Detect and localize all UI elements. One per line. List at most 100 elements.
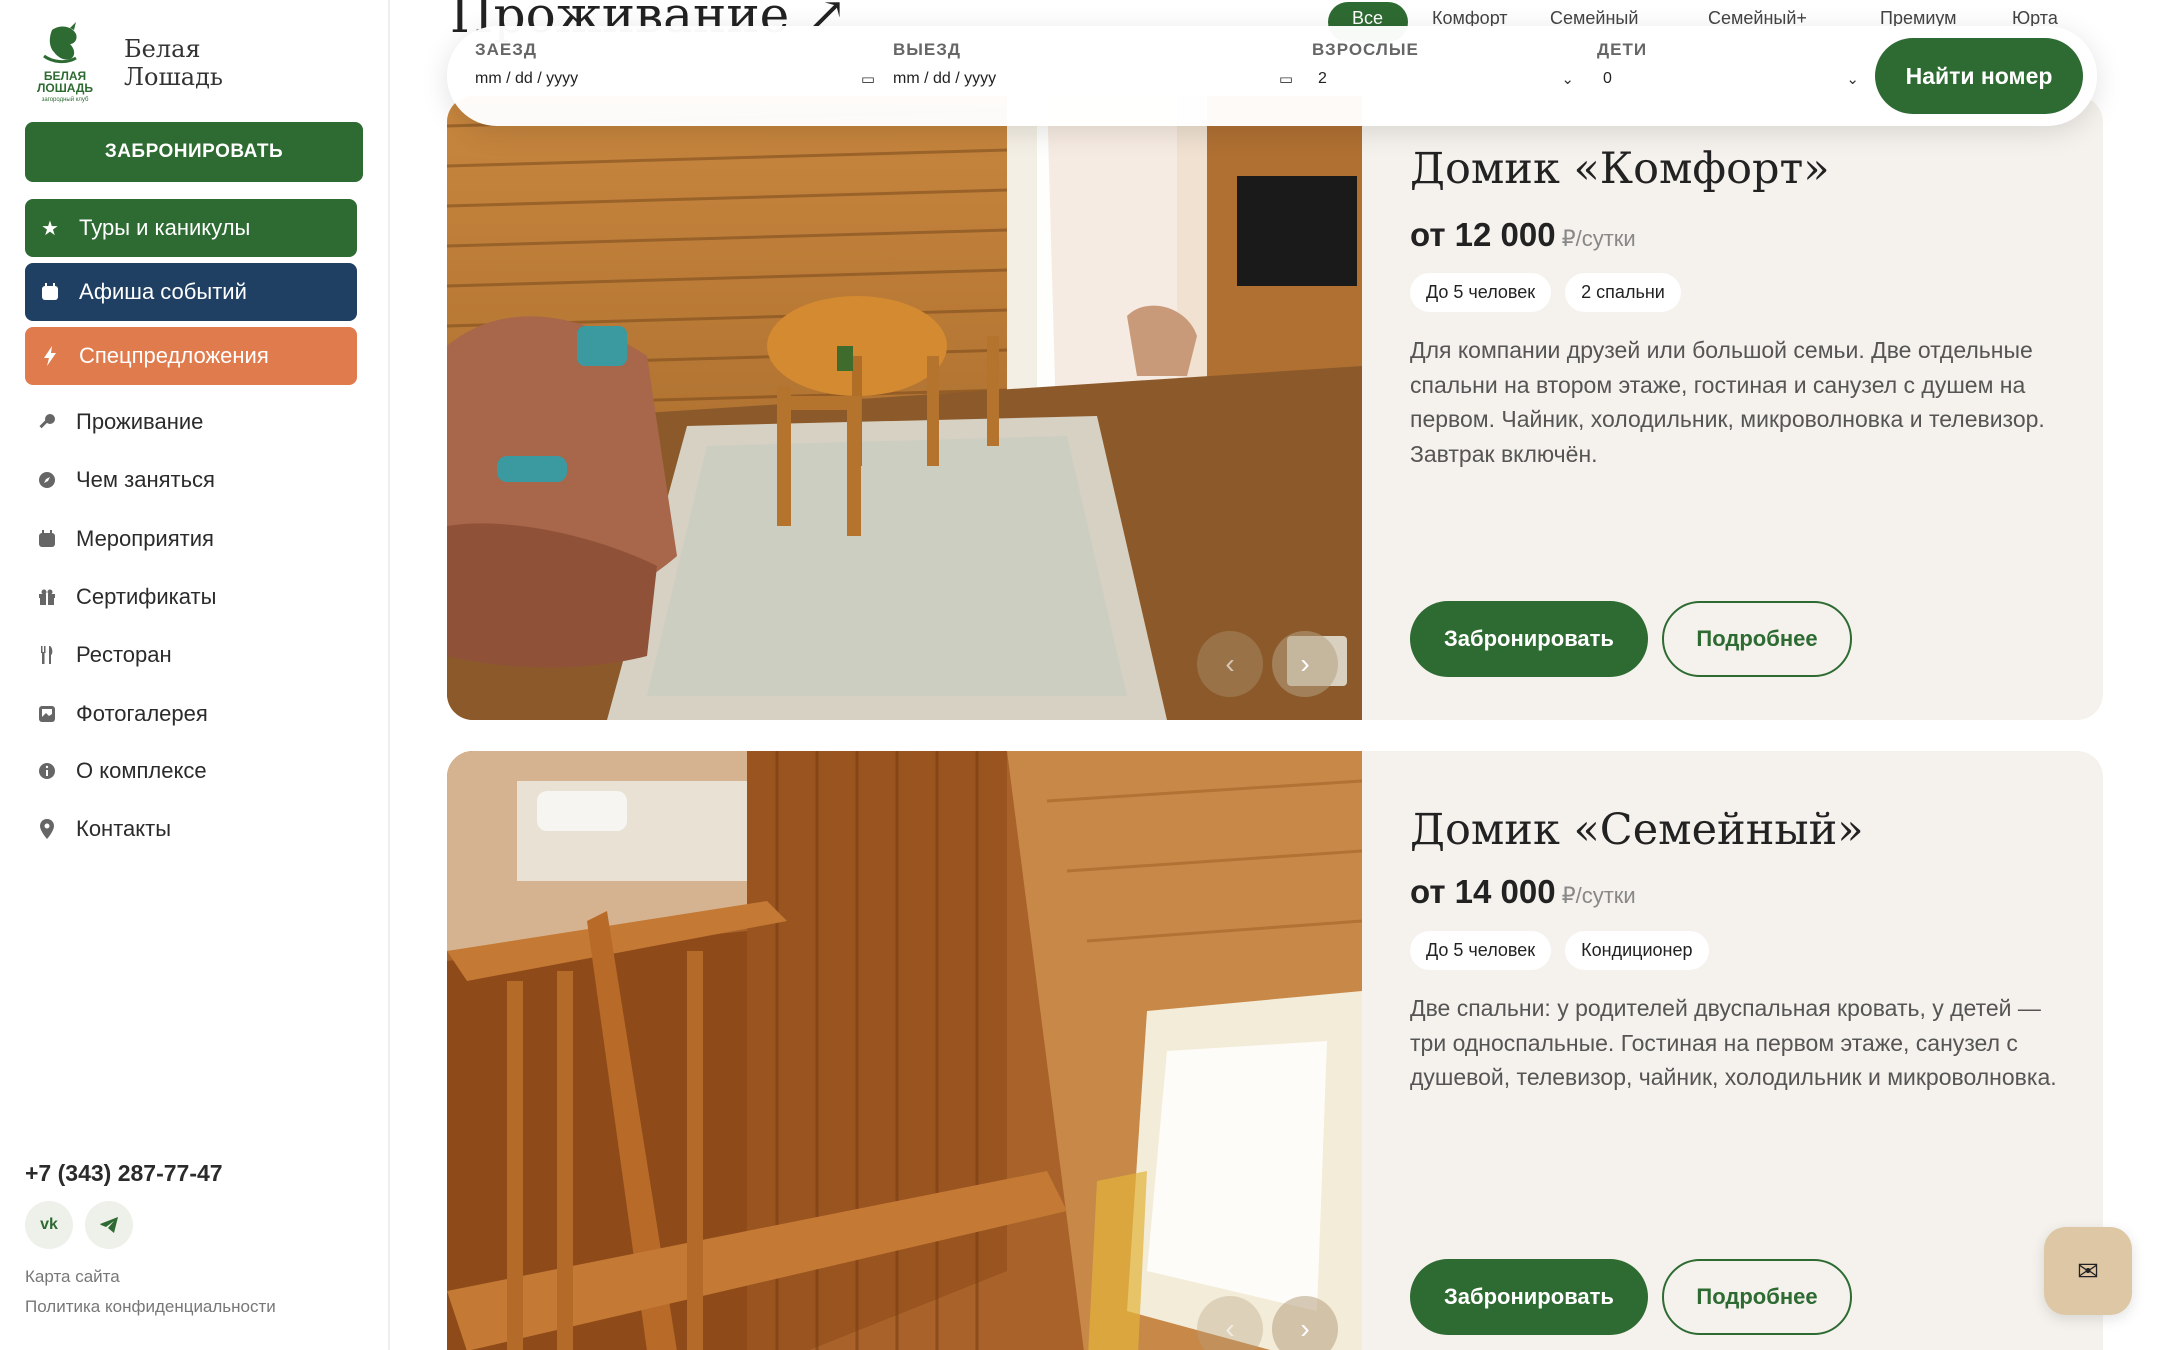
room-card-comfort: ‹ › Домик «Комфорт» от 12 000 ₽/сутки До … — [447, 96, 2103, 720]
chevron-down-icon: ⌄ — [1846, 71, 1859, 88]
room-actions: Забронировать Подробнее — [1410, 1259, 1852, 1335]
vk-icon[interactable]: vk — [25, 1201, 73, 1249]
sidebar-item-certificates[interactable]: Сертификаты — [36, 584, 216, 610]
sidebar-pill-offers[interactable]: Спецпредложения — [25, 327, 357, 385]
sidebar-item-label: Проживание — [76, 409, 204, 434]
room-price-unit: ₽/сутки — [1561, 883, 1636, 908]
kids-label: ДЕТИ — [1597, 40, 1648, 59]
sidebar-item-label: О комплексе — [76, 758, 207, 783]
sidebar-pill-label: Афиша событий — [79, 279, 247, 304]
find-room-button[interactable]: Найти номер — [1875, 38, 2083, 114]
checkin-input[interactable]: mm / dd / yyyy — [475, 70, 578, 88]
sidebar-item-label: Чем заняться — [76, 467, 215, 492]
pin-icon — [36, 818, 58, 840]
calendar-icon[interactable]: ▭ — [861, 70, 875, 88]
sidebar-item-gallery[interactable]: Фотогалерея — [36, 701, 208, 727]
checkin-field[interactable]: ЗАЕЗД mm / dd / yyyy ▭ — [475, 40, 875, 88]
fork-knife-icon — [36, 644, 58, 666]
sitemap-link[interactable]: Карта сайта — [25, 1267, 120, 1287]
logo[interactable]: БЕЛАЯ ЛОШАДЬ загородный клуб Белая Лошад… — [30, 22, 223, 104]
sidebar-item-contacts[interactable]: Контакты — [36, 816, 171, 842]
chat-button[interactable]: ✉ — [2044, 1227, 2132, 1315]
chevron-right-icon: › — [1300, 1313, 1310, 1344]
adults-label: ВЗРОСЛЫЕ — [1312, 40, 1419, 59]
kids-select[interactable]: ДЕТИ 0 ⌄ — [1597, 40, 1859, 88]
chevron-down-icon: ⌄ — [1561, 71, 1574, 88]
compass-icon — [36, 469, 58, 491]
sidebar-pill-events[interactable]: Афиша событий — [25, 263, 357, 321]
photo-next-button[interactable]: › — [1272, 631, 1338, 697]
room-tags: До 5 человек Кондиционер — [1410, 931, 1709, 970]
horse-logo-icon: БЕЛАЯ ЛОШАДЬ загородный клуб — [30, 22, 100, 104]
sidebar-item-about[interactable]: О комплексе — [36, 758, 207, 784]
room-details-button[interactable]: Подробнее — [1662, 1259, 1852, 1335]
checkout-input[interactable]: mm / dd / yyyy — [893, 70, 996, 88]
room-price-value: от 12 000 — [1410, 216, 1556, 253]
mail-icon: ✉ — [2077, 1255, 2099, 1286]
calendar-icon[interactable]: ▭ — [1279, 70, 1293, 88]
room-tag: До 5 человек — [1410, 273, 1552, 312]
book-room-button[interactable]: Забронировать — [1410, 601, 1648, 677]
checkin-label: ЗАЕЗД — [475, 40, 538, 59]
room-card-family: ‹ › Домик «Семейный» от 14 000 ₽/сутки До… — [447, 751, 2103, 1350]
sidebar-item-label: Ресторан — [76, 642, 172, 667]
checkout-field[interactable]: ВЫЕЗД mm / dd / yyyy ▭ — [893, 40, 1293, 88]
calendar-icon — [36, 528, 58, 550]
chevron-left-icon: ‹ — [1225, 648, 1235, 679]
key-icon — [36, 411, 58, 433]
room-price: от 12 000 ₽/сутки — [1410, 216, 1636, 254]
telegram-icon[interactable] — [85, 1201, 133, 1249]
room-tag: 2 спальни — [1565, 273, 1681, 312]
info-icon — [36, 760, 58, 782]
room-actions: Забронировать Подробнее — [1410, 601, 1852, 677]
adults-select[interactable]: ВЗРОСЛЫЕ 2 ⌄ — [1312, 40, 1574, 88]
checkout-label: ВЫЕЗД — [893, 40, 962, 59]
booking-search-bar: ЗАЕЗД mm / dd / yyyy ▭ ВЫЕЗД mm / dd / y… — [447, 26, 2097, 126]
svg-text:ЛОШАДЬ: ЛОШАДЬ — [37, 81, 93, 95]
sidebar-item-label: Сертификаты — [76, 584, 217, 609]
room-details-button[interactable]: Подробнее — [1662, 601, 1852, 677]
vk-label: vk — [40, 1216, 58, 1233]
main-content: Проживание ↗ Все Комфорт Семейный Семейн… — [392, 0, 2160, 1350]
brand-line-1: Белая — [124, 35, 201, 63]
svg-text:загородный клуб: загородный клуб — [42, 96, 89, 103]
sidebar-item-label: Контакты — [76, 816, 172, 841]
adults-value: 2 — [1318, 70, 1327, 87]
kids-value: 0 — [1603, 70, 1612, 87]
sidebar-item-events[interactable]: Мероприятия — [36, 526, 214, 552]
room-tags: До 5 человек 2 спальни — [1410, 273, 1681, 312]
room-photo-family[interactable]: ‹ › — [447, 751, 1362, 1350]
brand-line-2: Лошадь — [124, 63, 223, 91]
room-description: Две спальни: у родителей двуспальная кро… — [1410, 995, 2057, 1090]
room-tag: Кондиционер — [1565, 931, 1709, 970]
room-price-unit: ₽/сутки — [1561, 226, 1636, 251]
room-title: Домик «Семейный» — [1410, 805, 1864, 855]
book-button[interactable]: ЗАБРОНИРОВАТЬ — [25, 122, 363, 182]
book-room-button[interactable]: Забронировать — [1410, 1259, 1648, 1335]
phone-number[interactable]: +7 (343) 287-77-47 — [25, 1160, 223, 1187]
calendar-icon — [39, 281, 61, 303]
room-title: Домик «Комфорт» — [1410, 144, 1830, 194]
chevron-left-icon: ‹ — [1225, 1313, 1235, 1344]
chevron-right-icon: › — [1300, 648, 1310, 679]
room-price: от 14 000 ₽/сутки — [1410, 873, 1636, 911]
sidebar-item-activities[interactable]: Чем заняться — [36, 467, 215, 493]
room-tag: До 5 человек — [1410, 931, 1552, 970]
photo-icon — [36, 703, 58, 725]
room-description: Для компании друзей или большой семьи. Д… — [1410, 337, 2045, 467]
star-icon: ★ — [41, 217, 59, 240]
sidebar-item-accommodation[interactable]: Проживание — [36, 409, 203, 435]
room-photo-comfort[interactable]: ‹ › — [447, 96, 1362, 720]
sidebar-pill-label: Спецпредложения — [79, 343, 269, 368]
sidebar-item-label: Фотогалерея — [76, 701, 208, 726]
sidebar-item-restaurant[interactable]: Ресторан — [36, 642, 172, 668]
bolt-icon — [39, 345, 61, 367]
gift-icon — [36, 586, 58, 608]
sidebar-item-label: Мероприятия — [76, 526, 214, 551]
sidebar: БЕЛАЯ ЛОШАДЬ загородный клуб Белая Лошад… — [0, 0, 390, 1350]
brand-name: Белая Лошадь — [124, 35, 223, 91]
privacy-link[interactable]: Политика конфиденциальности — [25, 1297, 276, 1317]
room-price-value: от 14 000 — [1410, 873, 1556, 910]
sidebar-pill-tours[interactable]: ★ Туры и каникулы — [25, 199, 357, 257]
photo-prev-button[interactable]: ‹ — [1197, 631, 1263, 697]
